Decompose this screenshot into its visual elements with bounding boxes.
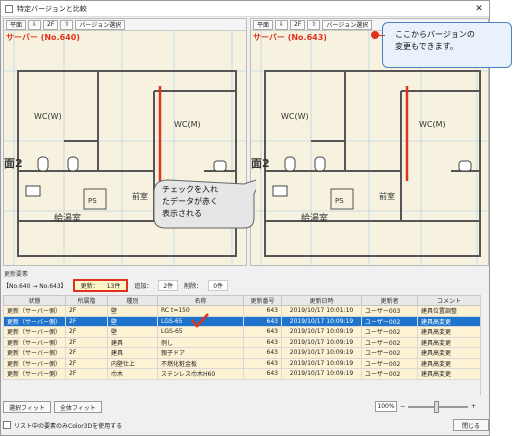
zoom-slider-thumb[interactable] [434,400,440,413]
column-header[interactable]: 更新番号 [243,295,282,306]
deleted-count: 0件 [208,279,229,291]
table-row[interactable]: 更新（サーバー側） 2F 建具 例し 643 2019/10/17 10:09:19 ユーザ… [3,336,481,348]
right-floor-down-icon[interactable]: ⇩ [275,19,289,30]
left-room-ps: PS [88,197,97,205]
column-header[interactable]: 種別 [107,295,158,306]
table-row[interactable]: 更新（サーバー側） 2F 巾木 ステンレス巾木H60 643 2019/10/17 10:… [3,368,481,380]
left-room-wc-w: WC(W) [34,112,62,121]
left-floor-up-icon[interactable]: ⇧ [60,19,74,30]
zoom-control: 100% − + [375,400,476,413]
fit-selected-button[interactable]: 選択フィット [3,401,51,413]
left-pane-title: サーバー (No.640) [6,33,80,42]
left-room-wc-m: WC(M) [174,120,201,129]
right-room-kyutoshitsu: 給湯室 [301,212,328,224]
left-floor-select[interactable]: 2F [43,19,59,30]
right-room-ps: PS [335,197,344,205]
callout-red-line-2: たデータが赤く [162,197,218,206]
column-header[interactable]: 所属階 [65,295,108,306]
column-header[interactable]: 名称 [157,295,244,306]
table-scrollbar[interactable] [480,295,489,395]
left-floor-down-icon[interactable]: ⇩ [28,19,42,30]
right-floor-mark: 面2 [251,157,270,170]
table-row[interactable]: 更新（サーバー側） 2F 壁 LGS-65 643 2019/10/17 10:09:19… [3,326,481,338]
column-header[interactable]: 更新日時 [281,295,362,306]
check-mark-icon [191,313,209,328]
deleted-label: 削除： [184,282,203,290]
table-row[interactable]: 更新（サーバー側） 2F 建具 親子ドア 643 2019/10/17 10:09:19 ユ… [3,347,481,359]
right-room-wc-w: WC(W) [281,112,309,121]
close-button[interactable]: 閉じる [452,419,489,431]
update-table[interactable]: 状態 所属階 種別 名称 更新番号 更新日時 更新者 コメント 更新（サーバー側… [3,295,481,380]
callout-red-line-3: 表示される [162,209,202,218]
left-floorplan: WC(W) WC(M) PS 前室 給湯室 面2 [4,31,246,265]
column-header[interactable]: 更新者 [361,295,418,306]
zoom-slider[interactable] [408,400,469,413]
right-pane-title: サーバー (No.643) [253,33,327,42]
table-header: 状態 所属階 種別 名称 更新番号 更新日時 更新者 コメント [3,295,481,306]
updated-count-box: 更新： 13件 [72,278,129,292]
zoom-out-icon[interactable]: − [400,403,405,410]
updated-count: 13件 [106,282,121,290]
callout-line-2: 変更もできます。 [395,42,458,51]
callout-red-line-1: チェックを入れ [162,185,218,194]
left-pane-toolbar: 平面 ⇩ 2F ⇧ バージョン選択 [4,19,246,31]
color3d-checkbox[interactable] [3,421,11,429]
update-section-label: 更新要素 [4,271,29,278]
zoom-in-icon[interactable]: + [471,403,476,410]
left-floor-mark: 面2 [4,157,23,170]
table-row[interactable]: 更新（サーバー側） 2F 壁 RC t=150 643 2019/10/17 10:01:… [3,305,481,317]
fit-buttons: 選択フィット 全体フィット [3,401,102,413]
bottom-row: リスト中の要素のみColor3Dを使用する 閉じる [3,419,489,431]
right-version-select-button[interactable]: バージョン選択 [322,19,373,30]
table-row-selected[interactable]: 更新（サーバー側） 2F 壁 LGS-65 643 2019/10/17 10:09:19… [3,315,481,327]
version-change-callout: ここからバージョンの 変更もできます。 [371,22,512,68]
added-label: 追加： [134,282,153,290]
app-icon [5,4,13,13]
compare-label: 【No.640 → No.643】 [3,282,67,290]
right-floor-up-icon[interactable]: ⇧ [307,19,321,30]
red-display-callout: チェックを入れ たデータが赤く 表示される [152,178,256,230]
left-version-select-button[interactable]: バージョン選択 [75,19,126,30]
right-room-zenshitsu: 前室 [379,191,395,201]
left-room-kyutoshitsu: 給湯室 [54,212,81,224]
left-room-zenshitsu: 前室 [132,191,148,201]
callout-line-1: ここからバージョンの [395,30,475,39]
title-bar: 特定バージョンと比較 ✕ [1,1,489,17]
table-row[interactable]: 更新（サーバー側） 2F 内壁仕上 不燃化粧金板 643 2019/10/17 10:09… [3,357,481,369]
column-header[interactable]: コメント [417,295,481,306]
window-title: 特定バージョンと比較 [17,4,87,13]
update-elements-panel: 更新要素 【No.640 → No.643】 更新： 13件 追加： 2件 削除… [3,269,489,431]
fit-all-button[interactable]: 全体フィット [53,401,102,413]
right-floor-select[interactable]: 2F [290,19,306,30]
added-count: 2件 [158,279,179,291]
right-plan-view-button[interactable]: 平面 [253,19,274,30]
right-room-wc-m: WC(M) [419,120,446,129]
color3d-checkbox-label: リスト中の要素のみColor3Dを使用する [14,422,123,430]
close-icon[interactable]: ✕ [469,4,489,14]
left-plan-view-button[interactable]: 平面 [6,19,27,30]
column-header[interactable]: 状態 [3,295,66,306]
zoom-value[interactable]: 100% [375,401,397,412]
update-summary: 【No.640 → No.643】 更新： 13件 追加： 2件 削除： 0件 [3,278,489,292]
